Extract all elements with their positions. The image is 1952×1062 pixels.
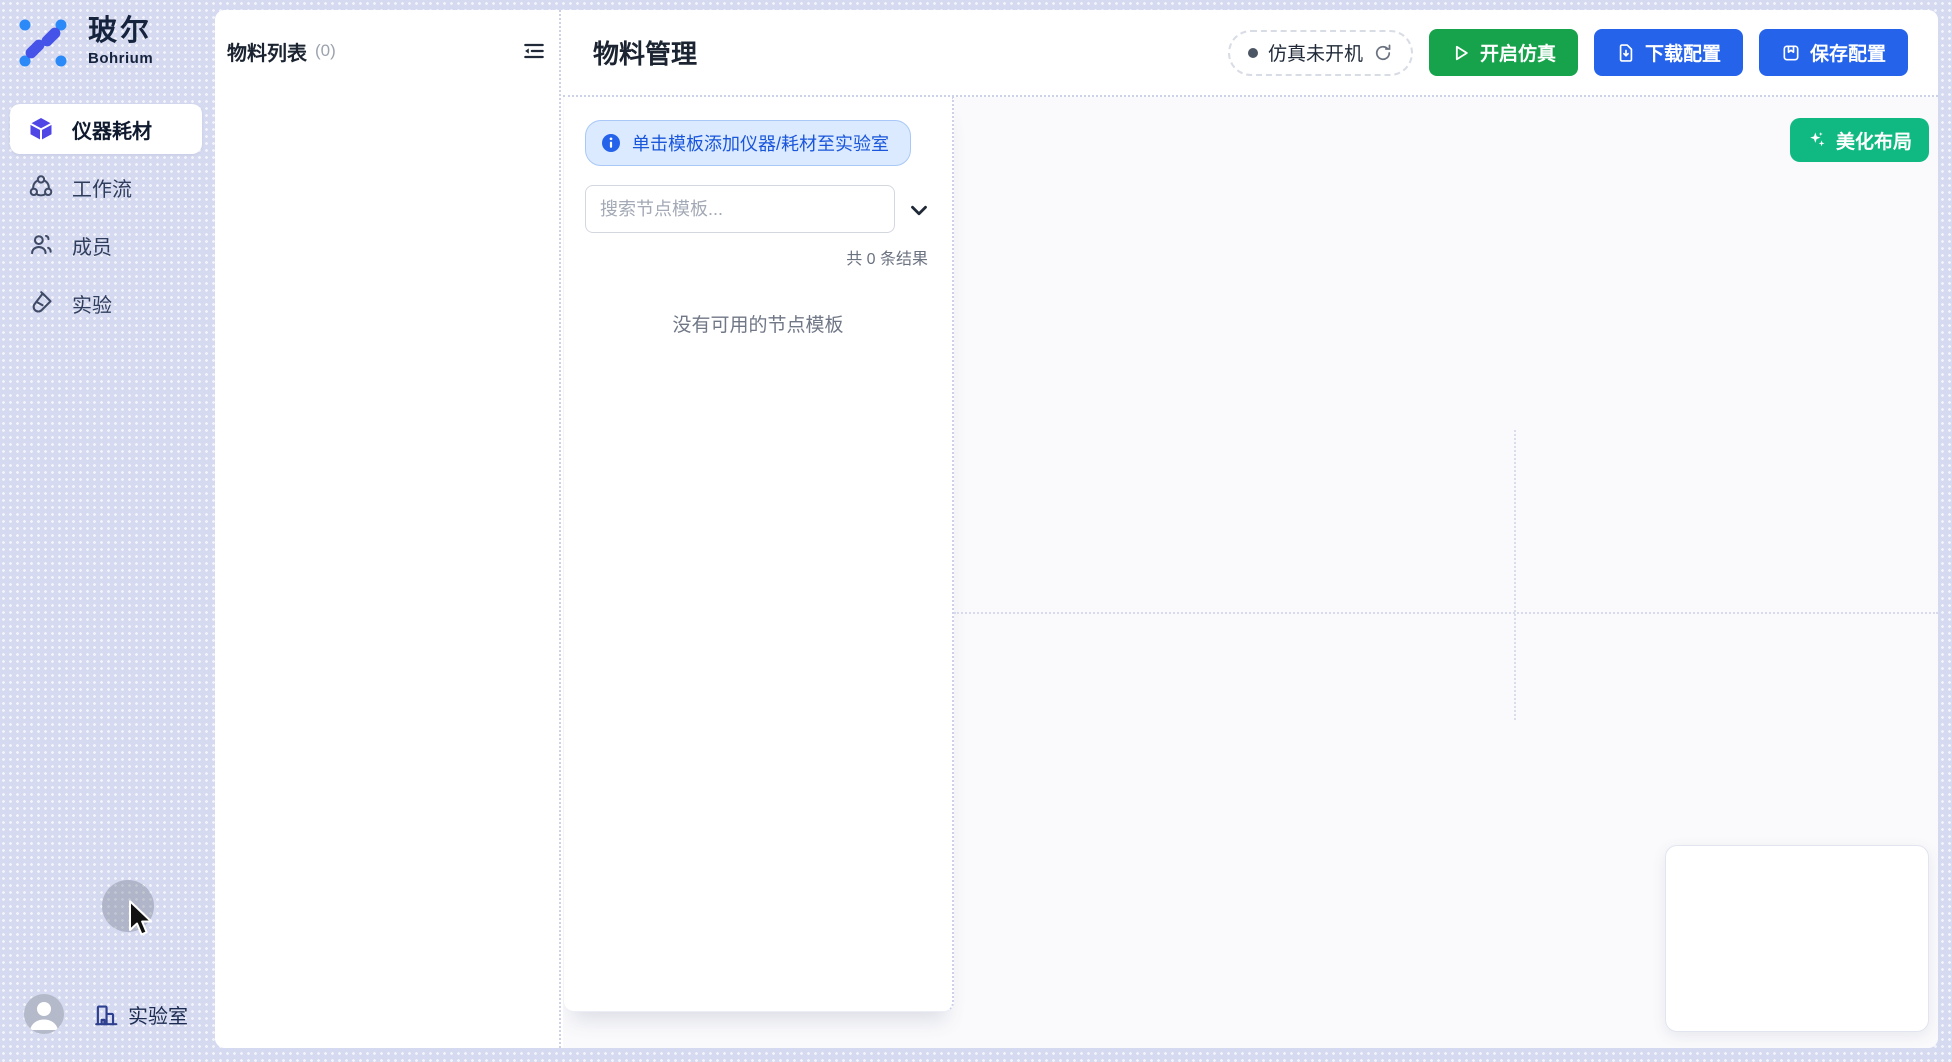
materials-list-header: 物料列表 (0) — [215, 36, 561, 66]
brand-name: 玻尔 — [88, 16, 153, 48]
sidebar-item-label: 仪器耗材 — [72, 115, 152, 144]
main-region: 物料管理 仿真未开机 — [563, 10, 1938, 1048]
app-root: 玻尔 Bohrium 仪器耗材 — [0, 0, 1952, 1062]
save-config-button[interactable]: 保存配置 — [1759, 29, 1908, 76]
main-header: 物料管理 仿真未开机 — [563, 10, 1938, 97]
sidebar-item-label: 成员 — [72, 231, 112, 260]
sidebar-item-members[interactable]: 成员 — [10, 220, 202, 270]
start-simulation-button[interactable]: 开启仿真 — [1429, 29, 1578, 76]
brand-subtitle: Bohrium — [88, 50, 153, 67]
members-icon — [28, 232, 54, 258]
page-title: 物料管理 — [593, 34, 697, 71]
simulation-status-label: 仿真未开机 — [1268, 39, 1363, 66]
cube-icon — [28, 116, 54, 142]
graph-canvas[interactable]: 单击模板添加仪器/耗材至实验室 共 0 条结果 没有可用的节点模板 — [563, 97, 1938, 1048]
building-icon — [93, 1002, 119, 1028]
user-avatar[interactable] — [24, 994, 64, 1034]
experiment-icon — [28, 290, 54, 316]
brand-logo-icon — [16, 16, 70, 70]
sidebar-item-workflow[interactable]: 工作流 — [10, 162, 202, 212]
sidebar-item-label: 实验 — [72, 289, 112, 318]
sidebar-item-instruments[interactable]: 仪器耗材 — [10, 104, 202, 154]
save-config-label: 保存配置 — [1810, 39, 1886, 66]
beautify-layout-label: 美化布局 — [1836, 127, 1912, 154]
hint-text: 单击模板添加仪器/耗材至实验室 — [632, 130, 889, 156]
template-panel: 单击模板添加仪器/耗材至实验室 共 0 条结果 没有可用的节点模板 — [564, 97, 954, 1012]
download-config-label: 下载配置 — [1645, 39, 1721, 66]
sidebar-nav: 仪器耗材 工作流 — [10, 104, 202, 328]
mouse-cursor — [125, 900, 155, 940]
sidebar: 玻尔 Bohrium 仪器耗材 — [0, 0, 215, 1062]
materials-list-title: 物料列表 — [227, 37, 307, 66]
materials-list-panel: 物料列表 (0) — [215, 10, 561, 1048]
results-count: 共 0 条结果 — [846, 245, 928, 269]
refresh-icon[interactable] — [1373, 43, 1393, 63]
brand[interactable]: 玻尔 Bohrium — [16, 16, 153, 70]
sidebar-footer: 实验室 — [0, 992, 215, 1036]
materials-list-count: (0) — [315, 41, 336, 61]
minimap[interactable] — [1665, 845, 1929, 1032]
hint-banner: 单击模板添加仪器/耗材至实验室 — [585, 120, 911, 166]
header-actions: 仿真未开机 — [1228, 29, 1908, 76]
grid-guide-vertical — [1514, 430, 1516, 720]
workflow-icon — [28, 174, 54, 200]
sidebar-item-label: 工作流 — [72, 173, 132, 202]
file-download-icon — [1616, 43, 1636, 63]
chevron-down-icon[interactable] — [906, 197, 932, 223]
main-card: 物料列表 (0) 物料管理 仿真未 — [215, 10, 1938, 1048]
sidebar-item-experiment[interactable]: 实验 — [10, 278, 202, 328]
status-dot-icon — [1248, 48, 1258, 58]
lab-switcher[interactable]: 实验室 — [93, 1000, 188, 1029]
simulation-status-pill[interactable]: 仿真未开机 — [1228, 30, 1413, 76]
lab-switcher-label: 实验室 — [128, 1000, 188, 1029]
beautify-layout-button[interactable]: 美化布局 — [1790, 118, 1929, 162]
save-icon — [1781, 43, 1801, 63]
grid-guide-horizontal — [954, 612, 1938, 614]
download-config-button[interactable]: 下载配置 — [1594, 29, 1743, 76]
start-simulation-label: 开启仿真 — [1480, 39, 1556, 66]
sparkles-icon — [1807, 130, 1827, 150]
info-icon — [601, 133, 621, 153]
template-search-input[interactable] — [585, 185, 895, 233]
empty-state-text: 没有可用的节点模板 — [564, 310, 952, 337]
collapse-panel-button[interactable] — [519, 36, 549, 66]
play-icon — [1451, 43, 1471, 63]
